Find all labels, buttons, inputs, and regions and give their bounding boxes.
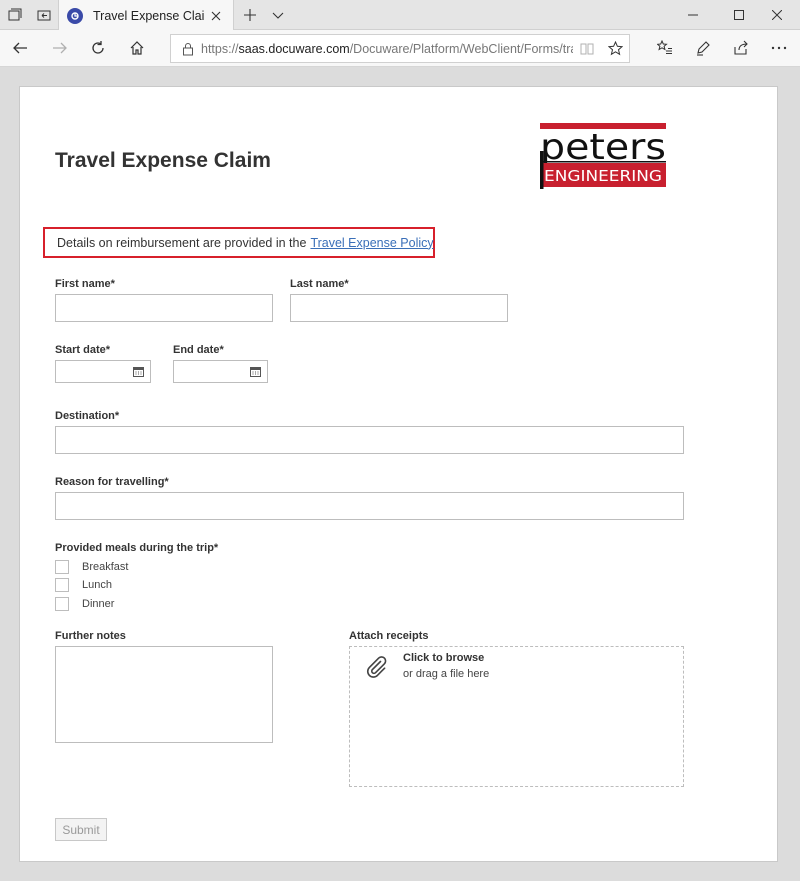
- lock-icon: [175, 42, 201, 56]
- calendar-icon[interactable]: [250, 366, 261, 377]
- maximize-icon: [734, 10, 744, 20]
- lunch-label: Lunch: [82, 579, 112, 591]
- page-viewport: Travel Expense Claim peters ENGINEERING …: [0, 68, 800, 881]
- further-notes-textarea[interactable]: [55, 646, 273, 743]
- dinner-checkbox[interactable]: [55, 597, 69, 611]
- tab-actions-button[interactable]: [0, 0, 30, 30]
- file-drop-zone[interactable]: Click to browse or drag a file here: [349, 646, 684, 787]
- meal-option-breakfast[interactable]: Breakfast: [55, 560, 128, 574]
- first-name-input[interactable]: [56, 295, 272, 321]
- minimize-icon: [688, 14, 698, 16]
- further-notes-label: Further notes: [55, 630, 126, 642]
- tab-bar: Travel Expense Claim: [0, 0, 800, 31]
- drag-hint: or drag a file here: [403, 668, 490, 680]
- tab-travel-expense[interactable]: Travel Expense Claim: [58, 0, 234, 31]
- tab-close-button[interactable]: [205, 5, 227, 27]
- browse-link[interactable]: Click to browse: [403, 652, 484, 664]
- destination-input[interactable]: [56, 427, 683, 453]
- end-date-label: End date*: [173, 344, 224, 356]
- chevron-down-icon: [272, 12, 284, 19]
- star-icon: [607, 41, 623, 56]
- home-icon: [130, 41, 144, 55]
- expense-form: Travel Expense Claim peters ENGINEERING …: [19, 86, 778, 862]
- attach-receipts-label: Attach receipts: [349, 630, 429, 642]
- tab-preview-button[interactable]: [263, 0, 293, 30]
- form-title: Travel Expense Claim: [55, 149, 271, 172]
- close-window-button[interactable]: [754, 0, 800, 30]
- destination-label: Destination*: [55, 410, 120, 422]
- arrow-right-icon: [53, 42, 67, 54]
- tab-actions-icon: [8, 8, 22, 21]
- close-icon: [211, 11, 221, 20]
- travel-expense-policy-link[interactable]: Travel Expense Policy: [310, 236, 433, 250]
- back-button[interactable]: [5, 33, 35, 63]
- end-date-field[interactable]: [173, 360, 268, 383]
- reading-view-button[interactable]: [573, 42, 601, 56]
- start-date-field[interactable]: [55, 360, 151, 383]
- close-icon: [772, 10, 782, 20]
- ellipsis-icon: [771, 46, 787, 50]
- destination-field[interactable]: [55, 426, 684, 454]
- breakfast-label: Breakfast: [82, 561, 129, 573]
- lunch-checkbox[interactable]: [55, 578, 69, 592]
- arrow-left-icon: [13, 42, 27, 54]
- plus-icon: [244, 9, 256, 21]
- url-text: https://saas.docuware.com/Docuware/Platf…: [201, 41, 573, 56]
- navigation-bar: https://saas.docuware.com/Docuware/Platf…: [0, 30, 800, 67]
- set-aside-icon: [37, 10, 51, 21]
- breakfast-checkbox[interactable]: [55, 560, 69, 574]
- reading-view-icon: [580, 43, 594, 54]
- address-bar[interactable]: https://saas.docuware.com/Docuware/Platf…: [170, 34, 630, 63]
- pen-icon: [697, 41, 710, 56]
- share-button[interactable]: [726, 33, 756, 63]
- favorite-button[interactable]: [601, 41, 629, 56]
- docuware-favicon-icon: [67, 7, 83, 24]
- notice-text: Details on reimbursement are provided in…: [57, 235, 307, 250]
- tab-title: Travel Expense Claim: [93, 8, 205, 23]
- last-name-input[interactable]: [291, 295, 507, 321]
- new-tab-button[interactable]: [235, 0, 265, 30]
- calendar-icon[interactable]: [133, 366, 144, 377]
- paperclip-icon: [366, 656, 387, 678]
- start-date-label: Start date*: [55, 344, 111, 356]
- set-aside-tabs-button[interactable]: [29, 0, 59, 30]
- favorites-list-icon: [657, 40, 672, 54]
- company-logo: peters ENGINEERING: [540, 123, 668, 189]
- reimbursement-notice: Details on reimbursement are provided in…: [43, 227, 435, 258]
- reason-input[interactable]: [56, 493, 683, 519]
- share-icon: [734, 40, 748, 55]
- first-name-label: First name*: [55, 278, 115, 290]
- refresh-icon: [92, 41, 104, 54]
- refresh-button[interactable]: [83, 33, 113, 63]
- dinner-label: Dinner: [82, 598, 115, 610]
- last-name-label: Last name*: [290, 278, 349, 290]
- last-name-field[interactable]: [290, 294, 508, 322]
- reason-label: Reason for travelling*: [55, 476, 169, 488]
- first-name-field[interactable]: [55, 294, 273, 322]
- meal-option-lunch[interactable]: Lunch: [55, 578, 112, 592]
- forward-button[interactable]: [45, 33, 75, 63]
- more-options-button[interactable]: [764, 33, 794, 63]
- minimize-button[interactable]: [670, 0, 716, 30]
- notes-button[interactable]: [688, 33, 718, 63]
- reason-field[interactable]: [55, 492, 684, 520]
- svg-text:ENGINEERING: ENGINEERING: [544, 167, 662, 185]
- home-button[interactable]: [122, 33, 152, 63]
- meals-label: Provided meals during the trip*: [55, 542, 219, 554]
- submit-button[interactable]: Submit: [55, 818, 107, 841]
- favorites-hub-button[interactable]: [650, 33, 680, 63]
- meal-option-dinner[interactable]: Dinner: [55, 597, 114, 611]
